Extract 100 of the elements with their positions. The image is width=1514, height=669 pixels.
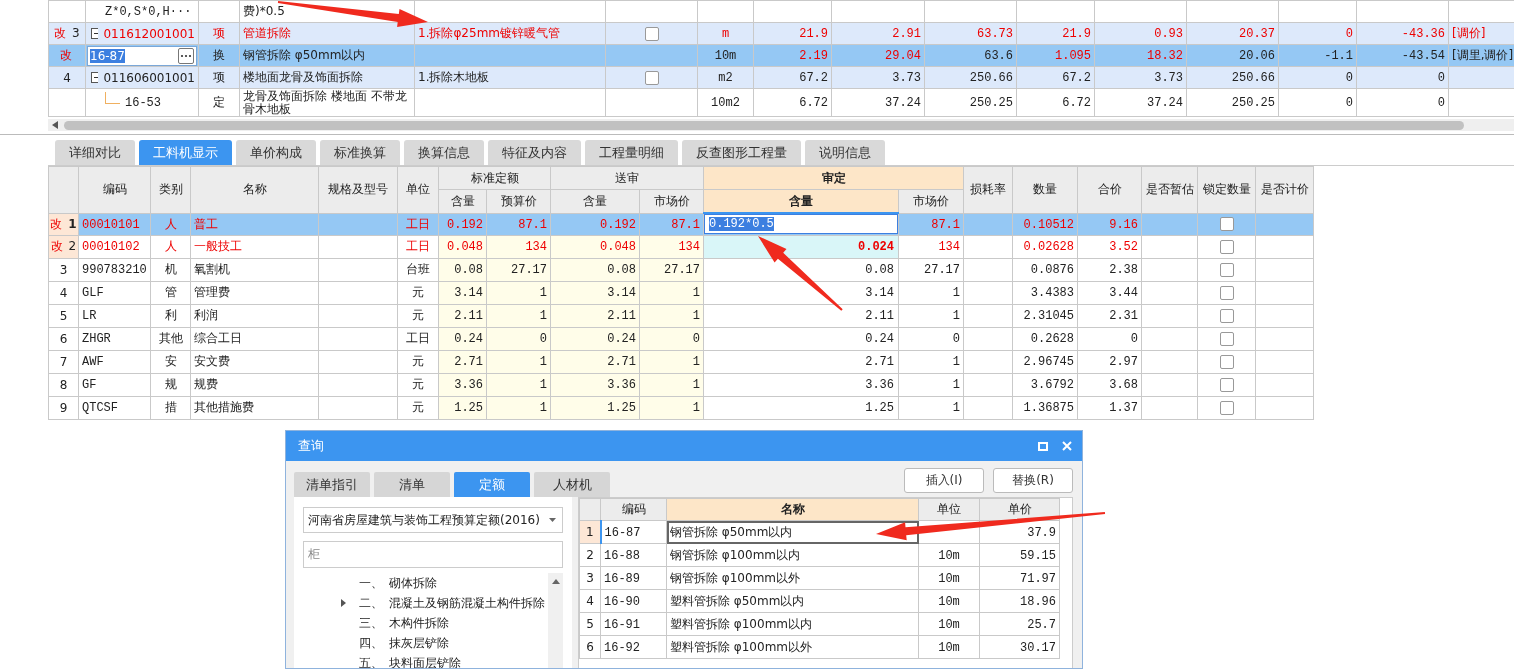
price-value: 1 <box>952 355 960 369</box>
lock-checkbox[interactable] <box>1219 400 1234 415</box>
resource-name: 普工 <box>194 216 218 231</box>
column-header[interactable]: 单位 <box>918 498 980 521</box>
collapse-icon[interactable] <box>91 72 99 83</box>
column-header[interactable]: 规格及型号 <box>318 166 398 213</box>
quantity-value: 0.024 <box>704 236 898 257</box>
column-header[interactable]: 编码 <box>600 498 667 521</box>
tree-item[interactable]: 三、 木构件拆除 <box>341 613 548 633</box>
row-number: 3 <box>59 262 68 277</box>
action-button[interactable]: 替换(R) <box>993 468 1073 493</box>
modified-mark: 改 <box>50 239 63 253</box>
category-label: 人 <box>164 216 177 231</box>
maximize-icon[interactable] <box>1038 441 1048 451</box>
total-value: 9.16 <box>1109 217 1138 232</box>
quota-name: 钢管拆除 φ100mm以外 <box>670 570 800 585</box>
column-header[interactable]: 损耗率 <box>963 166 1013 213</box>
column-header[interactable]: 单价 <box>979 498 1060 521</box>
tab[interactable]: 特征及内容 <box>488 140 581 165</box>
price-value: 1 <box>539 286 547 300</box>
tab[interactable]: 清单指引 <box>294 472 370 497</box>
column-header[interactable]: 是否计价 <box>1255 166 1314 213</box>
resource-code: GLF <box>82 286 104 300</box>
column-header[interactable]: 是否暂估 <box>1141 166 1198 213</box>
more-button[interactable] <box>178 47 194 64</box>
value-text: 250.25 <box>969 96 1013 110</box>
lock-checkbox[interactable] <box>1219 239 1234 254</box>
column-header[interactable]: 含量 <box>703 189 899 213</box>
vertical-scrollbar[interactable] <box>548 573 563 668</box>
lock-checkbox[interactable] <box>1219 308 1234 323</box>
column-header[interactable]: 锁定数量 <box>1197 166 1256 213</box>
value-text: 0 <box>1437 71 1445 85</box>
total-value: 3.44 <box>1109 286 1138 300</box>
quantity-value: 0.192 <box>600 217 636 232</box>
horizontal-scrollbar[interactable] <box>48 119 1514 131</box>
row-number: 4 <box>59 285 68 300</box>
value-text: 21.9 <box>1062 27 1091 41</box>
tab[interactable]: 反查图形工程量 <box>682 140 801 165</box>
tree-item[interactable]: 五、 块料面层铲除 <box>341 653 548 668</box>
row-number: 1 <box>585 525 594 539</box>
price-value: 1 <box>952 401 960 415</box>
unit-label: 10m <box>938 640 960 655</box>
price-value: 25.7 <box>1027 617 1056 632</box>
category-label: 管 <box>164 285 177 299</box>
scroll-up-icon[interactable] <box>551 579 560 584</box>
tab[interactable]: 标准换算 <box>320 140 400 165</box>
collapse-icon[interactable] <box>91 28 99 39</box>
price-value: 59.15 <box>1020 548 1056 563</box>
tree-item[interactable]: 二、 混凝土及钢筋混凝土构件拆除 <box>341 593 548 613</box>
quantity-value: 0.08 <box>864 261 895 279</box>
price-value: 27.17 <box>511 263 547 277</box>
price-value: 1 <box>692 355 700 369</box>
checkbox[interactable] <box>644 26 659 41</box>
lock-checkbox[interactable] <box>1219 377 1234 392</box>
quantity-input-field[interactable]: 0.192*0.5 <box>704 214 898 234</box>
row-number: 3 <box>586 571 594 585</box>
price-value: 1 <box>539 355 547 369</box>
tree-item[interactable]: 四、 抹灰层铲除 <box>341 633 548 653</box>
lock-checkbox[interactable] <box>1219 217 1234 232</box>
quota-name: 塑料管拆除 φ100mm以外 <box>670 639 812 654</box>
column-header[interactable]: 名称 <box>190 166 319 213</box>
resource-code: 00010102 <box>82 240 140 254</box>
code-input-field[interactable]: 16-87 <box>87 45 197 66</box>
tab[interactable]: 换算信息 <box>404 140 484 165</box>
value-text: 20.37 <box>1239 27 1275 41</box>
tree-item[interactable]: 一、 砌体拆除 <box>341 573 548 593</box>
library-dropdown[interactable]: 河南省房屋建筑与装饰工程预算定额(2016) <box>303 507 563 533</box>
column-header[interactable]: 单位 <box>397 166 439 213</box>
expand-arrow-icon[interactable] <box>341 599 346 607</box>
value-text: 67.2 <box>1062 71 1091 85</box>
close-icon[interactable] <box>1062 441 1072 451</box>
column-header[interactable]: 编码 <box>78 166 151 213</box>
quantity-value: 0.24 <box>454 332 483 346</box>
tab[interactable]: 详细对比 <box>55 140 135 165</box>
search-field[interactable]: 柜 <box>303 541 563 568</box>
unit-label: 工日 <box>406 239 430 253</box>
column-header[interactable]: 类别 <box>150 166 191 213</box>
price-value: 0 <box>952 332 960 346</box>
column-header[interactable]: 合价 <box>1077 166 1142 213</box>
tab[interactable]: 清单 <box>374 472 450 497</box>
action-button[interactable]: 插入(I) <box>904 468 984 493</box>
column-header[interactable]: 数量 <box>1012 166 1078 213</box>
value-text: 21.9 <box>799 27 828 41</box>
value-text: 1.095 <box>1055 49 1091 63</box>
scroll-left-icon[interactable] <box>52 121 58 129</box>
tab[interactable]: 说明信息 <box>805 140 885 165</box>
price-value: 1 <box>952 309 960 323</box>
checkbox[interactable] <box>644 70 659 85</box>
type-label: 项 <box>213 26 225 40</box>
value-text: 37.24 <box>1147 96 1183 110</box>
lock-checkbox[interactable] <box>1219 285 1234 300</box>
tab[interactable]: 人材机 <box>534 472 610 497</box>
tab[interactable]: 单价构成 <box>236 140 316 165</box>
lock-checkbox[interactable] <box>1219 354 1234 369</box>
category-label: 措 <box>164 400 177 414</box>
lock-checkbox[interactable] <box>1219 331 1234 346</box>
value-text: 0 <box>1437 96 1445 110</box>
lock-checkbox[interactable] <box>1219 262 1234 277</box>
column-header[interactable]: 名称 <box>666 498 919 521</box>
tab[interactable]: 工程量明细 <box>585 140 678 165</box>
